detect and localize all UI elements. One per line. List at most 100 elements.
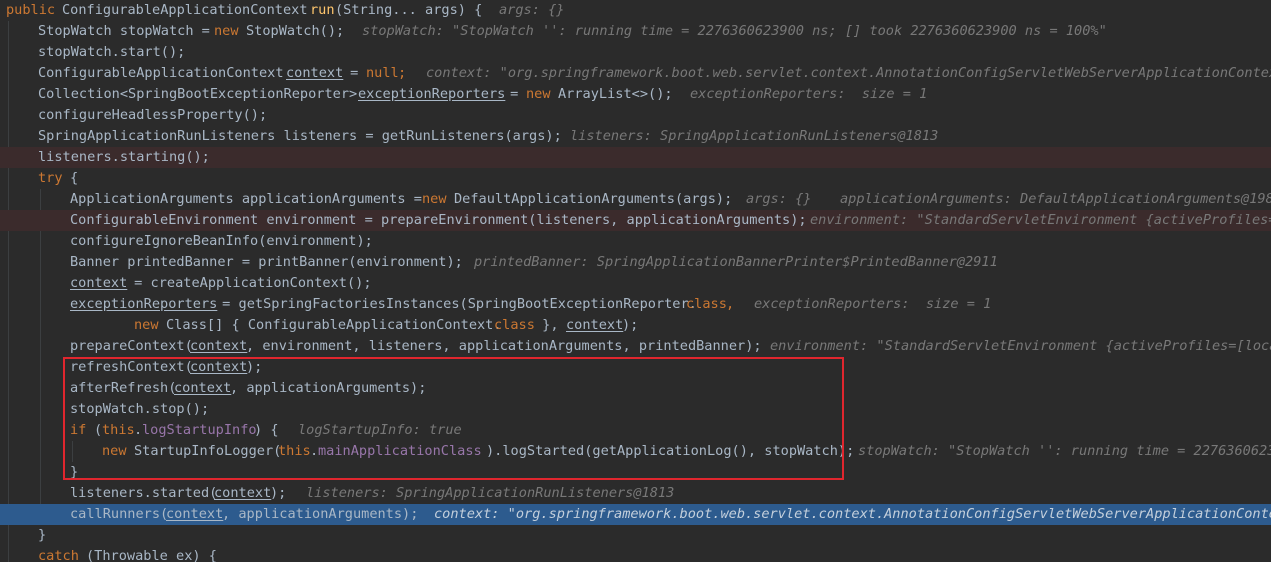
keyword-new: new bbox=[422, 191, 447, 207]
debug-inline-value: exceptionReporters: size = 1 bbox=[754, 296, 992, 312]
code-text: ConfigurableEnvironment environment = pr… bbox=[70, 212, 807, 228]
code-line[interactable]: public ConfigurableApplicationContext ru… bbox=[0, 0, 1271, 21]
keyword-if: if bbox=[70, 422, 87, 438]
keyword-new: new bbox=[134, 317, 159, 333]
code-text: stopWatch.start(); bbox=[38, 44, 186, 60]
debug-inline-value: context: "org.springframework.boot.web.s… bbox=[434, 506, 1271, 522]
variable-context: context bbox=[70, 275, 128, 291]
variable-exception-reporters: exceptionReporters bbox=[70, 296, 218, 312]
code-text: ); bbox=[622, 317, 639, 333]
code-text: , applicationArguments); bbox=[222, 506, 419, 522]
variable-context: context bbox=[166, 506, 224, 522]
field-main-application-class: mainApplicationClass bbox=[318, 443, 482, 459]
code-text: prepareContext( bbox=[70, 338, 193, 354]
code-text: ApplicationArguments applicationArgument… bbox=[70, 191, 431, 207]
debug-inline-value: environment: "StandardServletEnvironment… bbox=[810, 212, 1271, 228]
code-line-breakpoint[interactable]: listeners.starting(); bbox=[0, 147, 1271, 168]
code-text: ); bbox=[270, 485, 287, 501]
code-text: ).logStarted(getApplicationLog(), stopWa… bbox=[486, 443, 855, 459]
code-text: = createApplicationContext(); bbox=[126, 275, 372, 291]
code-text: . bbox=[310, 443, 319, 459]
keyword-class: class bbox=[686, 296, 727, 312]
code-line[interactable]: configureIgnoreBeanInfo(environment); bbox=[0, 231, 1271, 252]
keyword-catch: catch bbox=[38, 548, 79, 562]
debug-inline-value: printedBanner: SpringApplicationBannerPr… bbox=[474, 254, 998, 270]
code-line[interactable]: exceptionReporters = getSpringFactoriesI… bbox=[0, 294, 1271, 315]
debug-inline-value: applicationArguments: DefaultApplication… bbox=[840, 191, 1271, 207]
code-line[interactable]: } bbox=[0, 462, 1271, 483]
debug-inline-value: exceptionReporters: size = 1 bbox=[690, 86, 928, 102]
code-line[interactable]: prepareContext( context , environment, l… bbox=[0, 336, 1271, 357]
code-line[interactable]: catch (Throwable ex) { bbox=[0, 546, 1271, 562]
debug-inline-value: stopWatch: "StopWatch '': running time =… bbox=[362, 23, 1107, 39]
variable-exception-reporters: exceptionReporters bbox=[358, 86, 506, 102]
debug-inline-value: context: "org.springframework.boot.web.s… bbox=[426, 65, 1271, 81]
debug-inline-value: args: {} bbox=[499, 2, 565, 18]
code-line[interactable]: SpringApplicationRunListeners listeners … bbox=[0, 126, 1271, 147]
code-text: ConfigurableApplicationContext bbox=[38, 65, 292, 81]
code-text: Banner printedBanner = printBanner(envir… bbox=[70, 254, 463, 270]
code-line[interactable]: configureHeadlessProperty(); bbox=[0, 105, 1271, 126]
code-text: DefaultApplicationArguments(args); bbox=[454, 191, 733, 207]
code-line[interactable]: ApplicationArguments applicationArgument… bbox=[0, 189, 1271, 210]
code-line[interactable]: ConfigurableApplicationContext context =… bbox=[0, 63, 1271, 84]
code-line[interactable]: stopWatch.stop(); bbox=[0, 399, 1271, 420]
keyword-class: class bbox=[494, 317, 535, 333]
code-line[interactable]: refreshContext( context ); bbox=[0, 357, 1271, 378]
code-editor[interactable]: public ConfigurableApplicationContext ru… bbox=[0, 0, 1271, 562]
debug-inline-value: listeners: SpringApplicationRunListeners… bbox=[570, 128, 939, 144]
code-text: } bbox=[70, 464, 79, 480]
debug-inline-value: logStartupInfo: true bbox=[298, 422, 462, 438]
code-text: StopWatch stopWatch = bbox=[38, 23, 219, 39]
variable-context: context bbox=[286, 65, 344, 81]
return-type: ConfigurableApplicationContext bbox=[62, 2, 308, 18]
code-text: ); bbox=[246, 359, 263, 375]
code-text: Class[] { ConfigurableApplicationContext… bbox=[166, 317, 502, 333]
keyword-this: this bbox=[278, 443, 311, 459]
code-text: , environment, listeners, applicationArg… bbox=[246, 338, 762, 354]
code-text: (Throwable ex) { bbox=[86, 548, 217, 562]
code-line[interactable]: Banner printedBanner = printBanner(envir… bbox=[0, 252, 1271, 273]
field-log-startup-info: logStartupInfo bbox=[142, 422, 257, 438]
code-text: }, bbox=[534, 317, 567, 333]
keyword-null: null bbox=[366, 65, 399, 81]
keyword-new: new bbox=[214, 23, 239, 39]
code-semicolon: ; bbox=[398, 65, 407, 81]
variable-context: context bbox=[190, 338, 248, 354]
code-line[interactable]: stopWatch.start(); bbox=[0, 42, 1271, 63]
method-name-run: run bbox=[310, 2, 335, 18]
code-line[interactable]: new Class[] { ConfigurableApplicationCon… bbox=[0, 315, 1271, 336]
variable-context: context bbox=[174, 380, 232, 396]
code-line[interactable]: try { bbox=[0, 168, 1271, 189]
code-text: listeners.starting(); bbox=[38, 149, 210, 165]
code-text: callRunners( bbox=[70, 506, 169, 522]
code-line[interactable]: } bbox=[0, 525, 1271, 546]
code-line-breakpoint[interactable]: ConfigurableEnvironment environment = pr… bbox=[0, 210, 1271, 231]
code-text: refreshContext( bbox=[70, 359, 193, 375]
code-line[interactable]: Collection<SpringBootExceptionReporter> … bbox=[0, 84, 1271, 105]
code-line[interactable]: context = createApplicationContext(); bbox=[0, 273, 1271, 294]
code-text: listeners.started( bbox=[70, 485, 218, 501]
code-text: Collection<SpringBootExceptionReporter> bbox=[38, 86, 366, 102]
code-text: = getSpringFactoriesInstances(SpringBoot… bbox=[214, 296, 697, 312]
debug-inline-value: stopWatch: "StopWatch '': running time =… bbox=[858, 443, 1271, 459]
keyword-public: public bbox=[6, 2, 56, 18]
code-text: , applicationArguments); bbox=[230, 380, 427, 396]
code-line[interactable]: StopWatch stopWatch = new StopWatch(); s… bbox=[0, 21, 1271, 42]
code-line[interactable]: if ( this . logStartupInfo ) { logStartu… bbox=[0, 420, 1271, 441]
keyword-try: try bbox=[38, 170, 63, 186]
code-line-current[interactable]: callRunners( context , applicationArgume… bbox=[0, 504, 1271, 525]
code-text: = bbox=[502, 86, 527, 102]
code-comma: , bbox=[726, 296, 735, 312]
variable-context: context bbox=[566, 317, 624, 333]
code-text: ( bbox=[94, 422, 103, 438]
code-text: = bbox=[342, 65, 367, 81]
code-line[interactable]: listeners.started( context ); listeners:… bbox=[0, 483, 1271, 504]
debug-inline-value: args: {} bbox=[746, 191, 812, 207]
method-params: (String... args) { bbox=[335, 2, 483, 18]
keyword-new: new bbox=[102, 443, 127, 459]
code-text: StopWatch(); bbox=[246, 23, 345, 39]
code-line[interactable]: afterRefresh( context , applicationArgum… bbox=[0, 378, 1271, 399]
code-line[interactable]: new StartupInfoLogger( this . mainApplic… bbox=[0, 441, 1271, 462]
code-text: StartupInfoLogger( bbox=[134, 443, 282, 459]
